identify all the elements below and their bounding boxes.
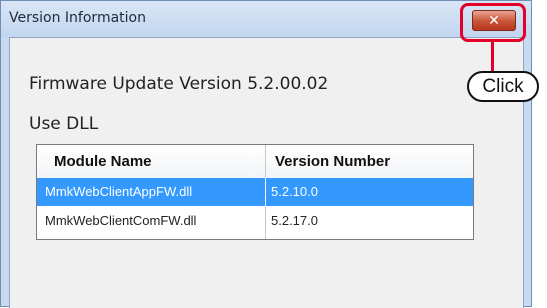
dialog-body: Firmware Update Version 5.2.00.02 Use DL… [9,37,524,308]
table-row[interactable]: MmkWebClientAppFW.dll 5.2.10.0 [37,178,473,206]
version-number-cell: 5.2.17.0 [271,213,318,228]
click-callout-label: Click [467,71,539,102]
column-header-version-number[interactable]: Version Number [275,145,390,178]
module-name-cell: MmkWebClientComFW.dll [45,213,197,228]
module-name-cell: MmkWebClientAppFW.dll [45,184,193,199]
title-bar[interactable]: Version Information ✕ [1,1,531,37]
column-header-module-name[interactable]: Module Name [54,145,152,178]
table-row[interactable]: MmkWebClientComFW.dll 5.2.17.0 [37,207,473,235]
use-dll-label: Use DLL [29,114,99,134]
firmware-version-label: Firmware Update Version 5.2.00.02 [29,74,329,94]
version-information-window: Version Information ✕ Firmware Update Ve… [0,0,532,308]
module-table: Module Name Version Number MmkWebClientA… [36,144,474,240]
row-divider [265,178,266,206]
callout-highlight-box [460,3,526,42]
version-number-cell: 5.2.10.0 [271,184,318,199]
window-title: Version Information [9,10,146,26]
callout-connector [491,42,494,72]
table-header: Module Name Version Number [37,145,473,179]
